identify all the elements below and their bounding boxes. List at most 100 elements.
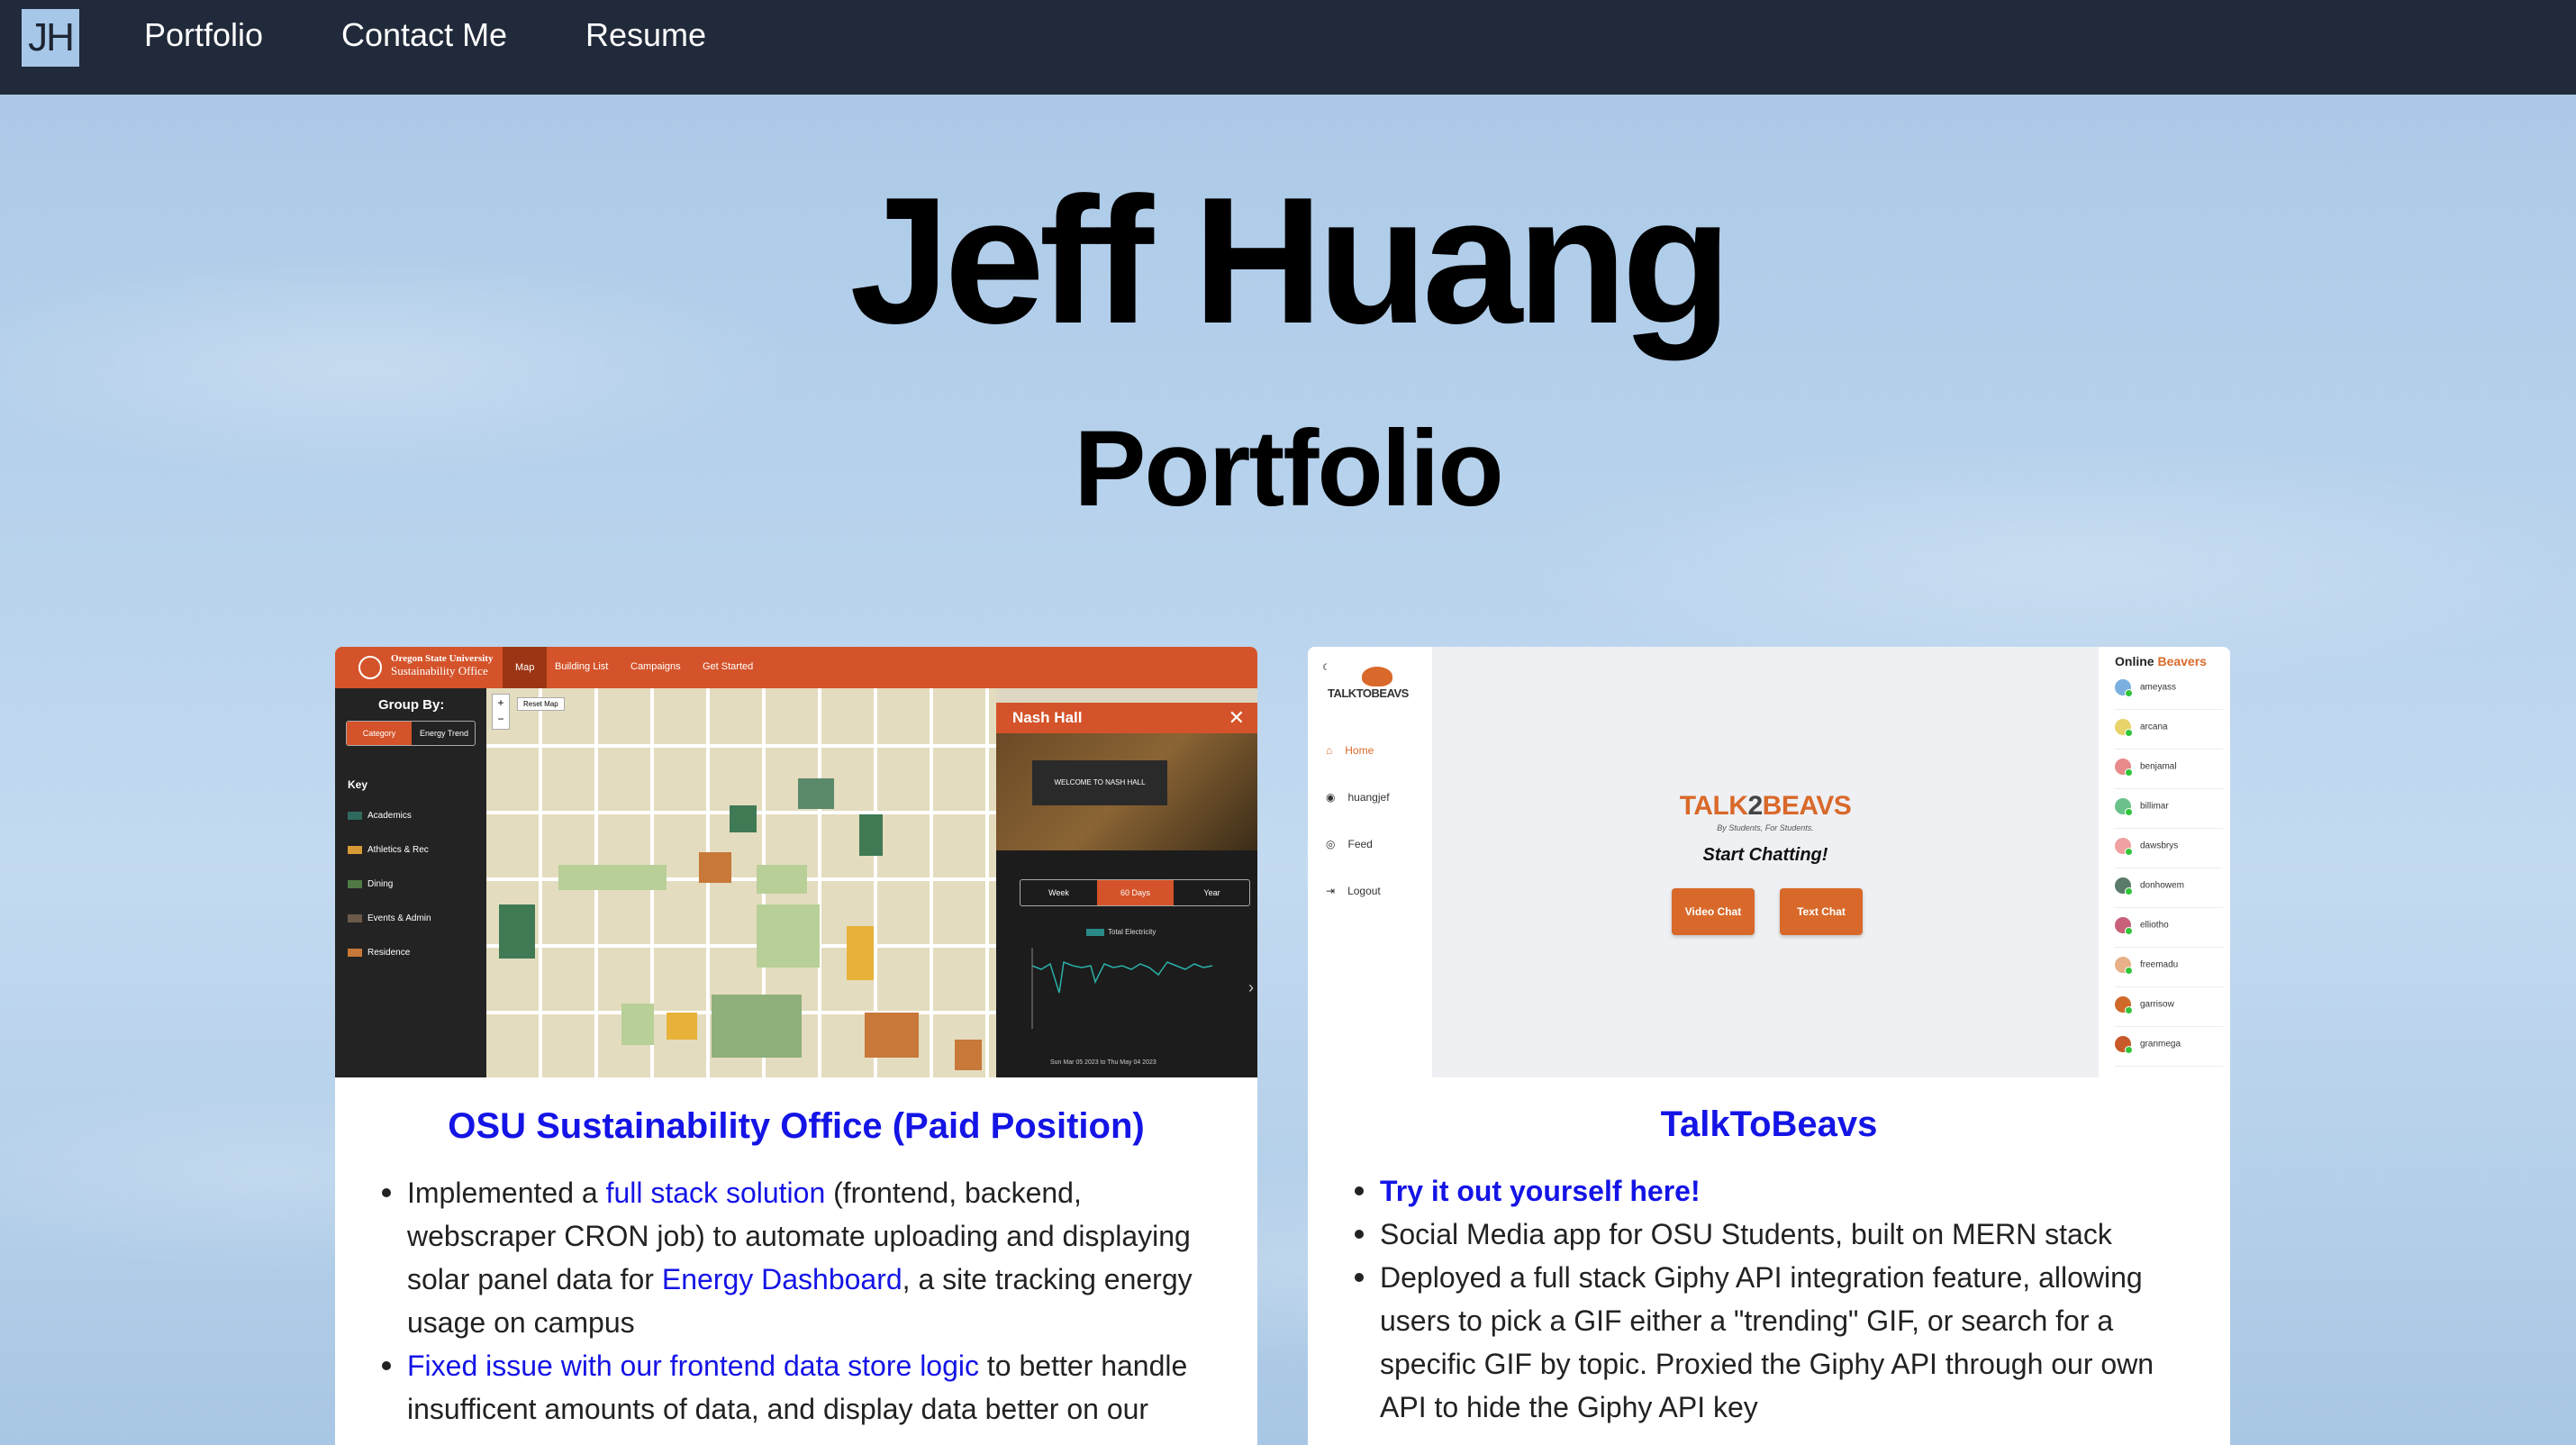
ttb-online-user: arcana — [2115, 719, 2223, 750]
project-bullets-osu: Implemented a full stack solution (front… — [382, 1171, 1227, 1431]
osu-key-item: Athletics & Rec — [348, 845, 429, 855]
osu-photo-sign: WELCOME TO NASH HALL — [1032, 760, 1167, 805]
try-it-out-link[interactable]: Try it out yourself here! — [1380, 1175, 1701, 1207]
avatar — [2115, 917, 2133, 935]
avatar — [2115, 996, 2133, 1014]
ttb-online-user: ameyass — [2115, 679, 2223, 710]
ttb-logo-text: TALKTOBEAVS — [1328, 686, 1409, 700]
home-icon: ⌂ — [1326, 744, 1333, 757]
avatar — [2115, 877, 2133, 895]
nav-link-resume[interactable]: Resume — [585, 16, 706, 54]
osu-tab-building-list: Building List — [555, 661, 609, 672]
list-item: Deployed a full stack Giphy API integrat… — [1355, 1256, 2191, 1429]
ttb-nav-profile: ◉ huangjef — [1326, 791, 1390, 804]
map-building — [847, 926, 874, 980]
avatar — [2115, 679, 2133, 697]
nav-link-contact[interactable]: Contact Me — [341, 16, 507, 54]
map-field — [757, 904, 820, 968]
map-building — [955, 1040, 982, 1070]
full-stack-solution-link[interactable]: full stack solution — [606, 1177, 826, 1209]
osu-chart-plot — [1031, 948, 1213, 1029]
avatar — [2115, 1036, 2133, 1054]
close-icon: ✕ — [1228, 706, 1245, 729]
ttb-sidebar: ☾ TALKTOBEAVS ⌂ Home ◉ huangjef ◎ Feed ⇥ Log… — [1308, 647, 1432, 1077]
moon-icon: ☾ — [1322, 663, 1330, 673]
ttb-online-user: freemadu — [2115, 957, 2223, 987]
osu-panel-title: Nash Hall — [996, 703, 1257, 733]
osu-group-toggle: Category Energy Trend — [346, 721, 476, 746]
list-item: Social Media app for OSU Students, built… — [1355, 1213, 2191, 1256]
ttb-online-user: donhowem — [2115, 877, 2223, 908]
osu-seal-icon — [358, 656, 382, 679]
project-bullets-talktobeavs: Try it out yourself here! Social Media a… — [1355, 1169, 2191, 1429]
osu-chart-footer: Sun Mar 05 2023 to Thu May 04 2023 — [1050, 1059, 1156, 1066]
osu-tab-campaigns: Campaigns — [630, 661, 681, 672]
user-circle-icon: ◉ — [1326, 791, 1336, 804]
map-building — [730, 805, 757, 832]
map-field — [621, 1004, 654, 1045]
osu-screenshot[interactable]: Oregon State University Sustainability O… — [335, 647, 1257, 1077]
osu-key-item: Residence — [348, 948, 410, 958]
energy-dashboard-link[interactable]: Energy Dashboard — [662, 1263, 903, 1295]
ttb-online-user: benjamal — [2115, 759, 2223, 789]
osu-tab-get-started: Get Started — [703, 661, 754, 672]
ttb-nav-home: ⌂ Home — [1326, 744, 1374, 757]
talktobeavs-screenshot[interactable]: ☾ TALKTOBEAVS ⌂ Home ◉ huangjef ◎ Feed ⇥ Log… — [1308, 647, 2230, 1077]
map-field — [757, 865, 807, 894]
chevron-right-icon: › — [1248, 978, 1254, 996]
ttb-main-panel: TALK2BEAVS By Students, For Students. St… — [1432, 647, 2099, 1077]
ttb-brand-title: TALK2BEAVS — [1679, 791, 1852, 821]
ttb-online-user: garrisow — [2115, 996, 2223, 1027]
map-building — [859, 814, 883, 856]
osu-period-60-days: 60 Days — [1097, 880, 1174, 905]
logout-icon: ⇥ — [1326, 885, 1336, 897]
project-title-talktobeavs[interactable]: TalkToBeavs — [1308, 1104, 2230, 1145]
project-card-osu: Oregon State University Sustainability O… — [335, 647, 1257, 1445]
map-building — [499, 904, 535, 959]
site-logo[interactable]: JH — [22, 9, 79, 67]
osu-key-title: Key — [348, 778, 368, 791]
ttb-text-chat-button: Text Chat — [1780, 888, 1863, 935]
osu-toggle-category: Category — [347, 722, 412, 745]
ttb-online-user: dawsbrys — [2115, 838, 2223, 868]
ttb-online-user: billimar — [2115, 798, 2223, 829]
legend-swatch-icon — [1086, 928, 1104, 936]
avatar — [2115, 838, 2133, 856]
map-building — [699, 852, 731, 883]
project-title-osu[interactable]: OSU Sustainability Office (Paid Position… — [335, 1106, 1257, 1147]
osu-brand: Oregon State University Sustainability O… — [358, 652, 494, 679]
ttb-start-chatting: Start Chatting! — [1702, 845, 1828, 865]
osu-sidebar: Group By: Category Energy Trend Key Acad… — [335, 688, 486, 1077]
osu-tab-map: Map — [503, 647, 548, 688]
osu-period-week: Week — [1048, 888, 1069, 897]
osu-topbar: Oregon State University Sustainability O… — [335, 647, 1257, 688]
map-building — [667, 1013, 697, 1040]
ttb-tagline: By Students, For Students. — [1717, 823, 1814, 832]
ttb-video-chat-button: Video Chat — [1672, 888, 1755, 935]
nav-link-portfolio[interactable]: Portfolio — [144, 16, 263, 54]
osu-period-toggle: Week 60 Days Year — [1020, 879, 1250, 906]
ttb-online-title: Online Beavers — [2115, 654, 2207, 668]
hero-subtitle: Portfolio — [1074, 408, 1503, 529]
list-item: Implemented a full stack solution (front… — [382, 1171, 1227, 1344]
avatar — [2115, 798, 2133, 816]
osu-brand-line2: Sustainability Office — [391, 664, 488, 677]
compass-icon: ◎ — [1326, 838, 1336, 850]
avatar — [2115, 957, 2133, 975]
osu-energy-chart: Total Electricity Sun Mar 05 2023 to Thu… — [1014, 928, 1254, 1072]
osu-key-item: Academics — [348, 811, 412, 821]
ttb-online-user: elliotho — [2115, 917, 2223, 948]
hero-name: Jeff Huang — [849, 160, 1731, 361]
ttb-nav-feed: ◎ Feed — [1326, 838, 1373, 850]
osu-brand-line1: Oregon State University — [391, 653, 494, 664]
ttb-online-user: granmega — [2115, 1036, 2223, 1067]
osu-key-item: Dining — [348, 879, 393, 889]
top-navbar: JH Portfolio Contact Me Resume — [0, 0, 2576, 95]
map-field — [558, 865, 667, 890]
data-store-fix-link[interactable]: Fixed issue with our frontend data store… — [407, 1350, 979, 1382]
avatar — [2115, 719, 2133, 737]
map-building — [865, 1013, 919, 1058]
map-field — [712, 995, 802, 1058]
osu-group-by-label: Group By: — [378, 697, 445, 713]
osu-chart-legend: Total Electricity — [1086, 928, 1156, 936]
